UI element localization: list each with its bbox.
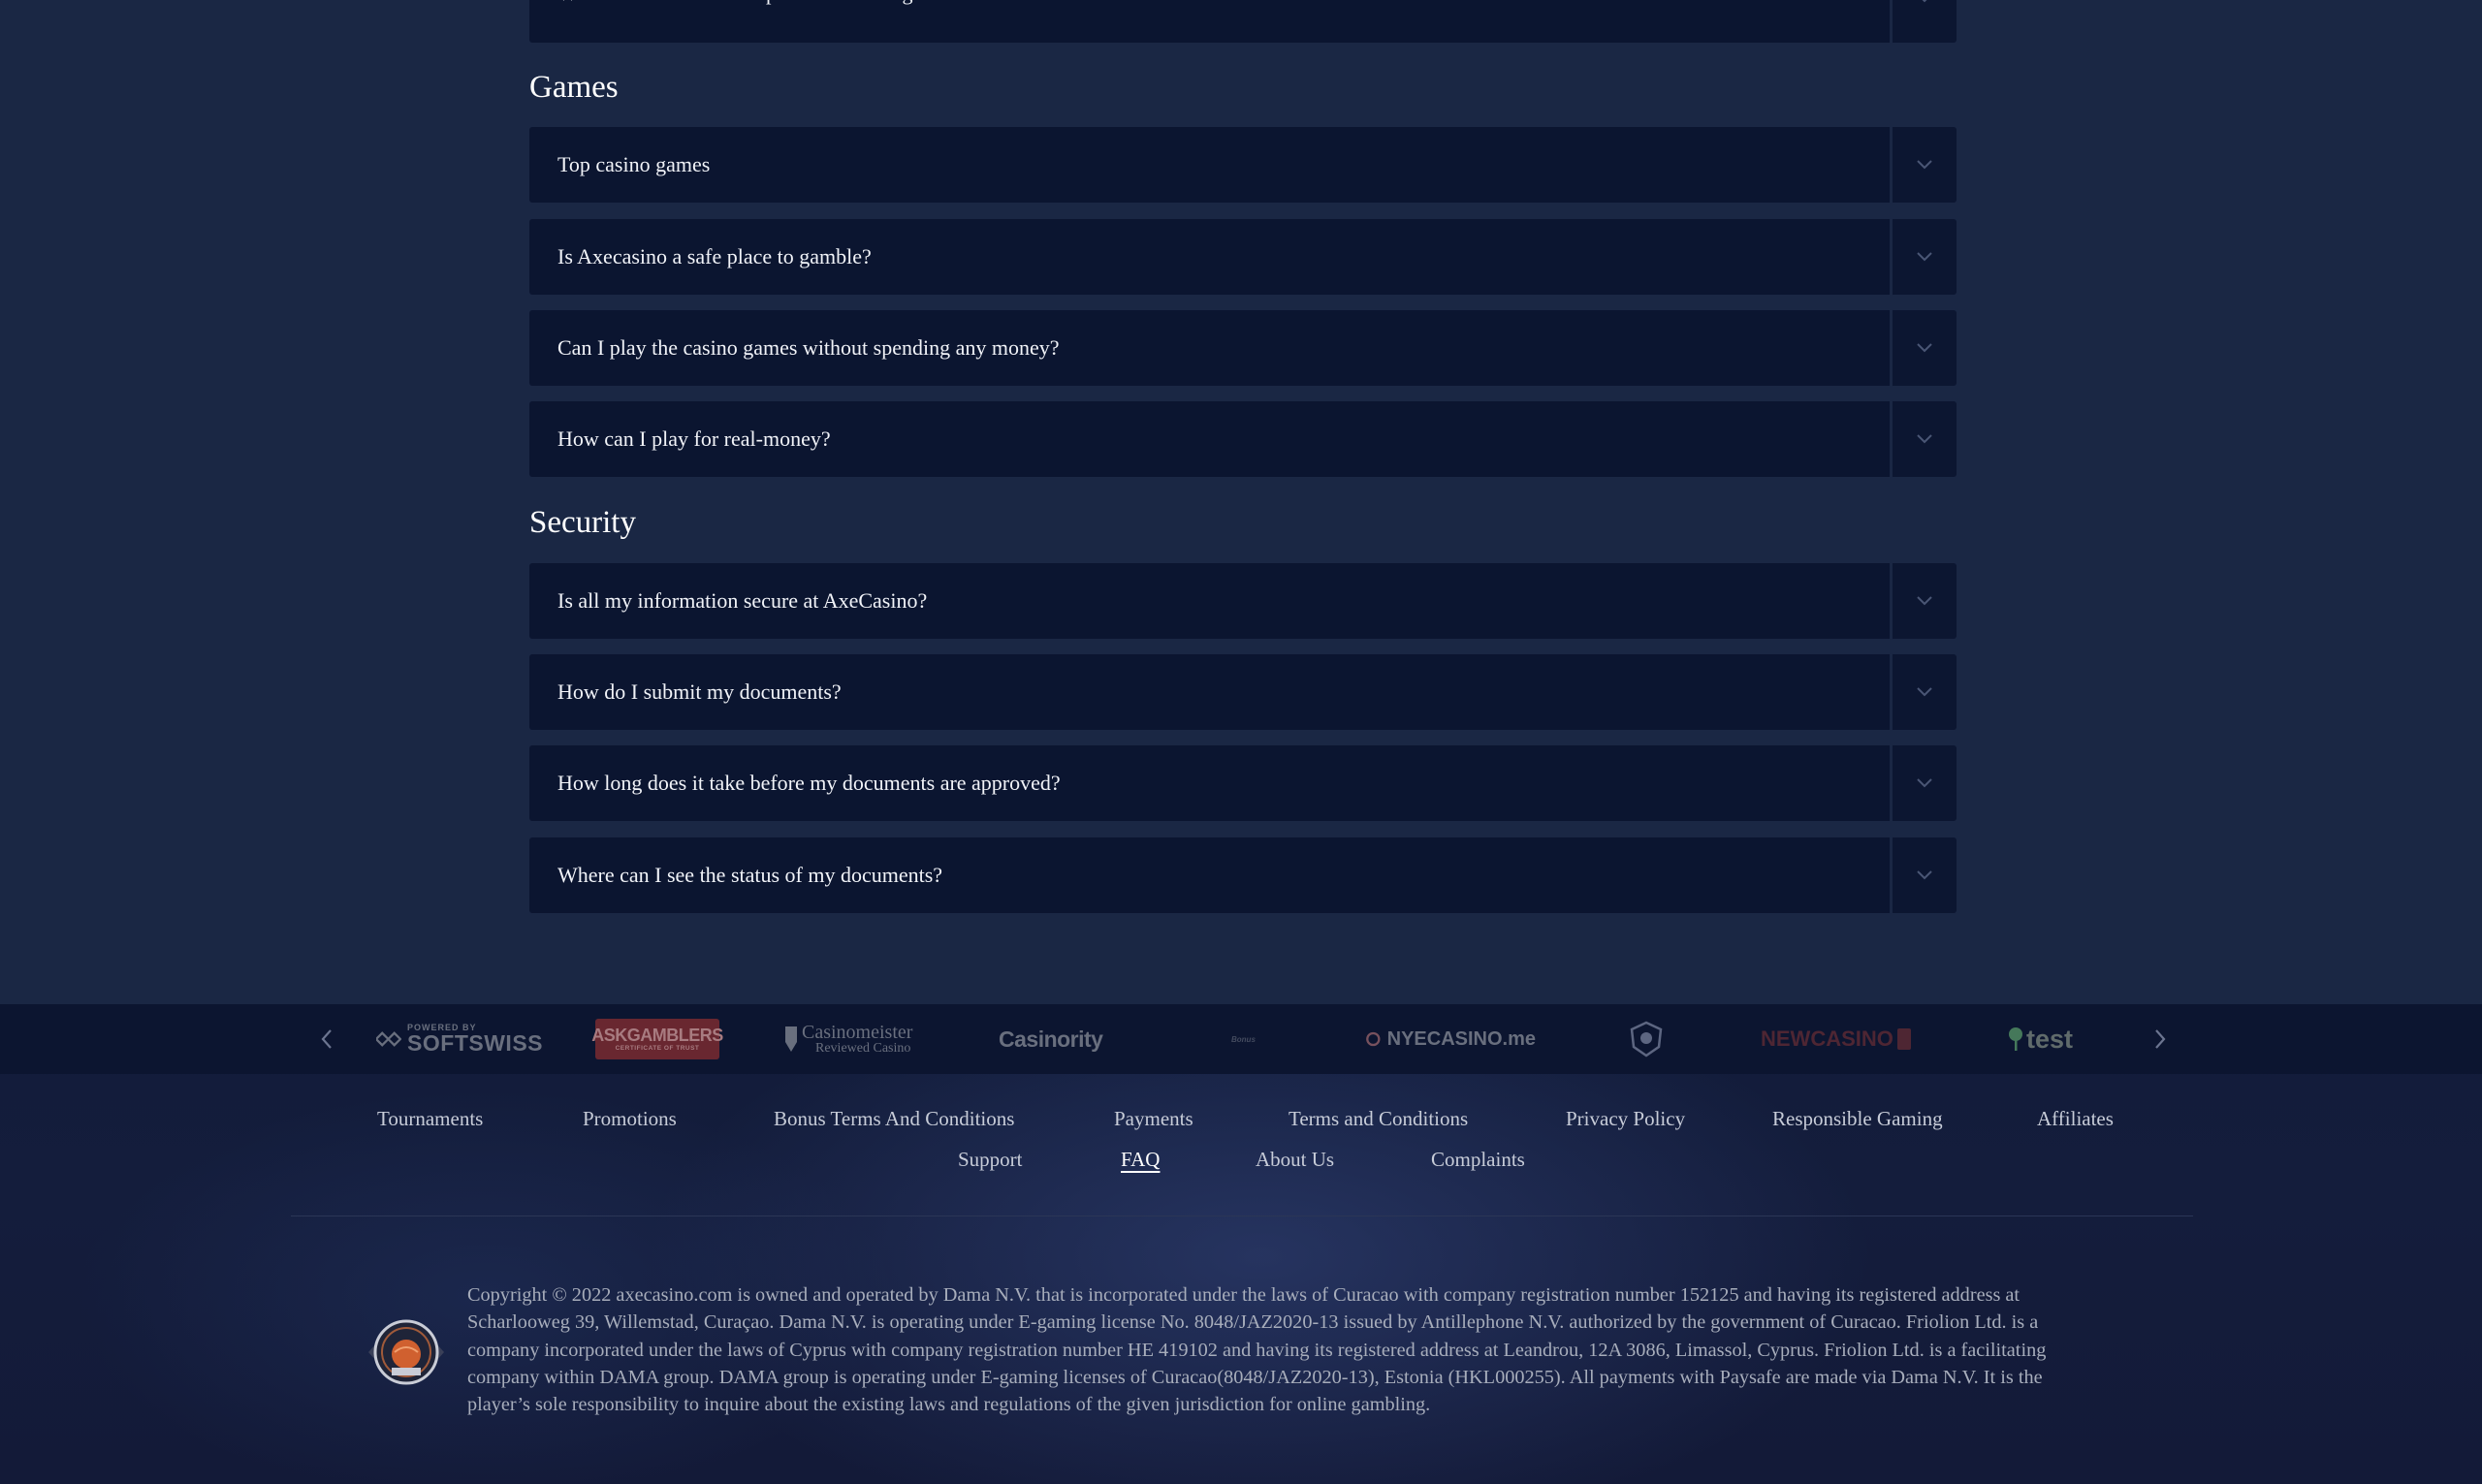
faq-toggle[interactable] bbox=[1893, 0, 1957, 43]
footer-link-promotions[interactable]: Promotions bbox=[583, 1107, 677, 1131]
faq-question[interactable]: Can I play the casino games without spen… bbox=[529, 310, 1890, 386]
shield-icon bbox=[785, 1026, 797, 1052]
footer-link-bonus-terms[interactable]: Bonus Terms And Conditions bbox=[774, 1107, 1014, 1131]
askgamblers-logo[interactable]: ASKGAMBLERS CERTIFICATE OF TRUST bbox=[591, 1019, 723, 1059]
footer-link-privacy[interactable]: Privacy Policy bbox=[1566, 1107, 1685, 1131]
chevron-down-icon bbox=[1917, 870, 1932, 880]
faq-toggle[interactable] bbox=[1893, 127, 1957, 203]
faq-item[interactable]: Top casino games bbox=[529, 127, 1957, 203]
carousel-next-button[interactable] bbox=[2147, 1026, 2174, 1053]
partner-logo-strip: POWERED BY SOFTSWISS ASKGAMBLERS CERTIFI… bbox=[0, 1004, 2482, 1074]
faq-toggle[interactable] bbox=[1893, 401, 1957, 477]
section-title-security: Security bbox=[529, 505, 636, 540]
footer-link-support[interactable]: Support bbox=[958, 1148, 1023, 1172]
faq-toggle[interactable] bbox=[1893, 563, 1957, 639]
faq-item[interactable]: How do I submit my documents? bbox=[529, 654, 1957, 730]
softswiss-verified-seal bbox=[363, 1317, 450, 1387]
chevron-left-icon bbox=[321, 1029, 332, 1049]
footer-link-tournaments[interactable]: Tournaments bbox=[377, 1107, 483, 1131]
test-text: test bbox=[2026, 1024, 2074, 1054]
softswiss-logo[interactable]: POWERED BY SOFTSWISS bbox=[376, 1020, 543, 1058]
faq-question[interactable]: How long does it take before my document… bbox=[529, 745, 1890, 821]
faq-toggle[interactable] bbox=[1893, 654, 1957, 730]
footer-link-payments[interactable]: Payments bbox=[1114, 1107, 1193, 1131]
nyecasino-logo[interactable]: NYECASINO.me bbox=[1365, 1020, 1536, 1058]
faq-toggle[interactable] bbox=[1893, 745, 1957, 821]
faq-toggle[interactable] bbox=[1893, 837, 1957, 913]
shield-badge-icon bbox=[1630, 1021, 1663, 1058]
faq-question[interactable]: Is all my information secure at AxeCasin… bbox=[529, 563, 1890, 639]
chevron-down-icon bbox=[1917, 343, 1932, 353]
softswiss-text: SOFTSWISS bbox=[407, 1030, 543, 1056]
carousel-prev-button[interactable] bbox=[313, 1026, 340, 1053]
faq-toggle[interactable] bbox=[1893, 310, 1957, 386]
faq-item-partial[interactable]: What do I do if I have a problem with re… bbox=[529, 0, 1957, 43]
nyecasino-text: NYECASINO.me bbox=[1386, 1027, 1536, 1050]
nyecasino-mark-icon bbox=[1366, 1031, 1381, 1047]
chevron-right-icon bbox=[2155, 1029, 2166, 1049]
faq-question[interactable]: How do I submit my documents? bbox=[529, 654, 1890, 730]
verified-seal-icon bbox=[368, 1319, 444, 1385]
askgamblers-sub: CERTIFICATE OF TRUST bbox=[615, 1044, 700, 1052]
footer-link-about-us[interactable]: About Us bbox=[1256, 1148, 1334, 1172]
chevron-down-icon bbox=[1917, 778, 1932, 788]
footer-link-responsible-gaming[interactable]: Responsible Gaming bbox=[1772, 1107, 1943, 1131]
faq-item[interactable]: How can I play for real-money? bbox=[529, 401, 1957, 477]
site-footer: POWERED BY SOFTSWISS ASKGAMBLERS CERTIFI… bbox=[0, 1004, 2482, 1484]
softswiss-mark-icon bbox=[376, 1031, 402, 1047]
casinomeister-sub: Reviewed Casino bbox=[815, 1041, 911, 1056]
casinority-text: Casinority bbox=[999, 1026, 1103, 1052]
casinomeister-text: Casinomeister bbox=[802, 1022, 913, 1043]
faq-question[interactable]: What do I do if I have a problem with re… bbox=[529, 0, 1890, 43]
casinority-logo[interactable]: Casinority bbox=[999, 1020, 1115, 1058]
small-partner-text: Bonus bbox=[1231, 1034, 1256, 1044]
faq-item[interactable]: Can I play the casino games without spen… bbox=[529, 310, 1957, 386]
newcasino-logo[interactable]: NEWCASINO bbox=[1761, 1020, 1927, 1058]
leaf-icon bbox=[2009, 1027, 2022, 1051]
copyright-text: Copyright © 2022 axecasino.com is owned … bbox=[467, 1284, 2047, 1416]
faq-toggle[interactable] bbox=[1893, 219, 1957, 295]
chevron-down-icon bbox=[1917, 687, 1932, 697]
section-title-games: Games bbox=[529, 70, 619, 105]
newcasino-badge-icon bbox=[1896, 1028, 1911, 1050]
faq-question[interactable]: How can I play for real-money? bbox=[529, 401, 1890, 477]
footer-link-complaints[interactable]: Complaints bbox=[1431, 1148, 1525, 1172]
casinomeister-logo[interactable]: Casinomeister Reviewed Casino bbox=[783, 1020, 929, 1058]
small-partner-logo[interactable]: Bonus bbox=[1231, 1020, 1270, 1058]
chevron-down-icon bbox=[1922, 0, 1927, 3]
faq-item[interactable]: Where can I see the status of my documen… bbox=[529, 837, 1957, 913]
footer-link-affiliates[interactable]: Affiliates bbox=[2037, 1107, 2114, 1131]
faq-item[interactable]: Is all my information secure at AxeCasin… bbox=[529, 563, 1957, 639]
faq-item[interactable]: Is Axecasino a safe place to gamble? bbox=[529, 219, 1957, 295]
faq-question[interactable]: Top casino games bbox=[529, 127, 1890, 203]
footer-link-terms[interactable]: Terms and Conditions bbox=[1289, 1107, 1468, 1131]
chevron-down-icon bbox=[1917, 434, 1932, 444]
faq-question[interactable]: Is Axecasino a safe place to gamble? bbox=[529, 219, 1890, 295]
newcasino-text: NEWCASINO bbox=[1761, 1026, 1893, 1051]
chevron-down-icon bbox=[1917, 596, 1932, 606]
askgamblers-text: ASKGAMBLERS bbox=[591, 1025, 723, 1045]
chevron-down-icon bbox=[1917, 160, 1932, 170]
footer-link-faq[interactable]: FAQ bbox=[1121, 1148, 1160, 1172]
shield-partner-logo[interactable] bbox=[1627, 1020, 1668, 1058]
faq-item[interactable]: How long does it take before my document… bbox=[529, 745, 1957, 821]
faq-main: What do I do if I have a problem with re… bbox=[0, 0, 2482, 1004]
faq-question[interactable]: Where can I see the status of my documen… bbox=[529, 837, 1890, 913]
chevron-down-icon bbox=[1917, 252, 1932, 262]
test-logo[interactable]: test bbox=[2007, 1020, 2081, 1058]
